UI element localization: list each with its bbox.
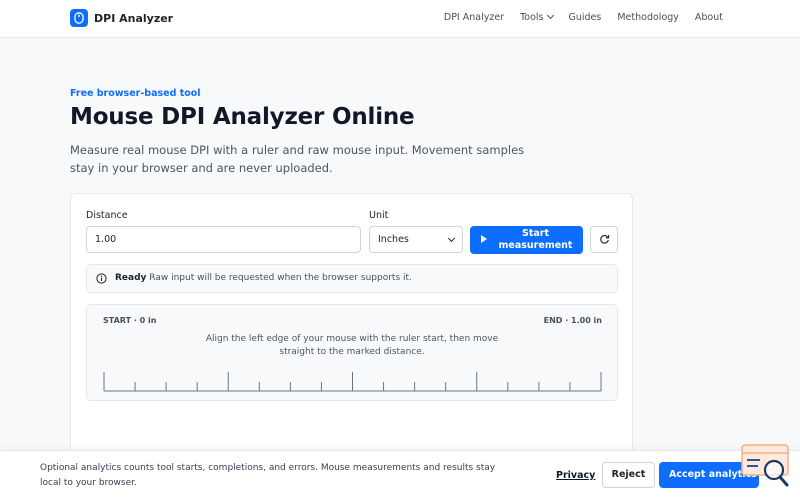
chevron-down-icon xyxy=(546,11,554,20)
play-icon xyxy=(481,235,487,243)
hero-description: Measure real mouse DPI with a ruler and … xyxy=(70,143,525,175)
cookie-message: Optional analytics counts tool starts, c… xyxy=(40,463,496,488)
unit-label: Unit xyxy=(369,210,389,221)
ruler-instruction: Align the left edge of your mouse with t… xyxy=(205,334,499,357)
hero-eyebrow: Free browser-based tool xyxy=(70,88,201,99)
unit-select-value: Inches xyxy=(378,234,409,245)
distance-label: Distance xyxy=(86,210,128,221)
assistant-widget-icon[interactable] xyxy=(738,443,792,491)
start-measurement-label: Start measurement xyxy=(498,228,573,251)
nav-tools-label: Tools xyxy=(520,12,544,23)
status-bar: Ready Raw input will be requested when t… xyxy=(86,264,618,293)
brand-name: DPI Analyzer xyxy=(94,11,174,25)
measurement-card: Distance Unit Inches Start measurement R… xyxy=(70,193,633,463)
chevron-down-icon xyxy=(447,234,456,243)
ruler xyxy=(103,372,602,392)
start-measurement-button[interactable]: Start measurement xyxy=(470,226,583,254)
ruler-panel[interactable]: START · 0 in END · 1.00 in Align the lef… xyxy=(86,304,618,401)
distance-input[interactable] xyxy=(86,226,361,253)
ruler-end-label: END · 1.00 in xyxy=(543,316,602,325)
info-icon xyxy=(96,273,107,284)
status-message: Ready Raw input will be requested when t… xyxy=(115,273,412,283)
brand-link[interactable]: DPI Analyzer xyxy=(70,9,173,27)
reset-button[interactable] xyxy=(590,226,618,253)
status-label: Ready xyxy=(115,273,147,283)
mouse-logo-icon xyxy=(70,9,88,27)
reset-icon xyxy=(599,235,609,244)
nav-guides[interactable]: Guides xyxy=(569,12,602,23)
status-detail: Raw input will be requested when the bro… xyxy=(146,273,412,283)
nav-dpi-analyzer[interactable]: DPI Analyzer xyxy=(444,12,504,23)
unit-select[interactable]: Inches xyxy=(369,226,463,253)
nav-about[interactable]: About xyxy=(695,12,723,23)
nav-methodology[interactable]: Methodology xyxy=(617,12,679,23)
nav-tools[interactable]: Tools xyxy=(520,11,554,23)
privacy-link[interactable]: Privacy xyxy=(556,470,595,481)
top-navbar: DPI Analyzer DPI Analyzer Tools Guides M… xyxy=(0,0,800,38)
ruler-start-label: START · 0 in xyxy=(103,316,157,325)
main-nav: DPI Analyzer Tools Guides Methodology Ab… xyxy=(444,11,723,23)
page-title: Mouse DPI Analyzer Online xyxy=(70,104,415,130)
reject-button[interactable]: Reject xyxy=(602,462,655,488)
